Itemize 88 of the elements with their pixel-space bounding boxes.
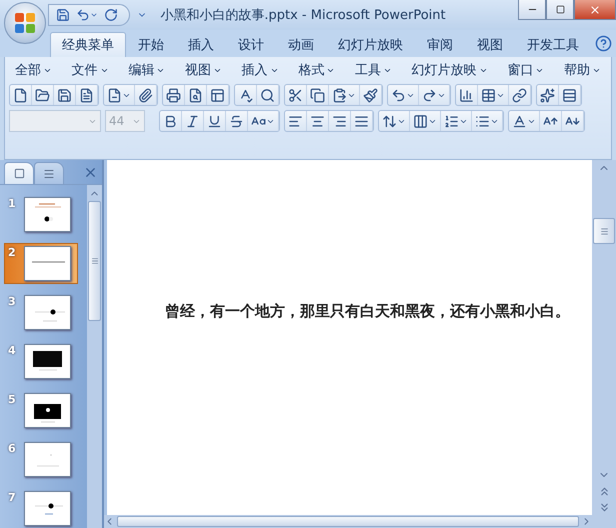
- slide-number: 7: [8, 491, 17, 504]
- bullet-list-icon: [475, 114, 490, 128]
- underline-icon: [207, 114, 222, 128]
- menu-item[interactable]: 幻灯片放映: [412, 61, 488, 79]
- grip-icon: [90, 257, 98, 265]
- slide-thumbnail[interactable]: [24, 344, 71, 379]
- frame-icon: [210, 88, 225, 102]
- slide-number: 2: [8, 246, 17, 259]
- magnifier-document-icon: [188, 88, 203, 102]
- repeat-button[interactable]: [103, 6, 119, 24]
- ribbon-tab[interactable]: 设计: [226, 32, 276, 57]
- help-icon[interactable]: [595, 35, 612, 52]
- ribbon-tab[interactable]: 幻灯片放映: [326, 32, 415, 57]
- clipboard-icon: [332, 88, 347, 102]
- slide-thumbnail[interactable]: [24, 295, 71, 330]
- align-right-icon: [332, 114, 347, 128]
- window-title: 小黑和小白的故事.pptx - Microsoft PowerPoint: [159, 7, 447, 24]
- justify-icon: [354, 114, 369, 128]
- ribbon-tab[interactable]: 开发工具: [515, 32, 591, 57]
- slide-thumbnail[interactable]: [24, 393, 71, 428]
- bar-chart-icon: [459, 88, 474, 102]
- ribbon-tab[interactable]: 审阅: [415, 32, 465, 57]
- document-icon: [79, 88, 94, 102]
- document-minus-icon: [107, 88, 122, 102]
- slide-number: 4: [8, 344, 17, 357]
- slide-number: 6: [8, 442, 17, 455]
- menu-item[interactable]: 帮助: [564, 61, 601, 79]
- ribbon-tab[interactable]: 插入: [176, 32, 226, 57]
- slide-thumbnail[interactable]: [24, 442, 71, 477]
- columns-icon: [413, 114, 428, 128]
- menu-item[interactable]: 窗口: [507, 61, 544, 79]
- caret-icon: [90, 11, 98, 19]
- search-icon: [260, 88, 275, 102]
- menu-item[interactable]: 插入: [242, 61, 279, 79]
- slide-number: 3: [8, 295, 17, 308]
- document-icon: [13, 88, 28, 102]
- menu-item[interactable]: 工具: [354, 61, 392, 79]
- sparkle-icon: [540, 88, 555, 102]
- paintbrush-icon: [363, 88, 378, 102]
- redo-icon: [422, 88, 437, 102]
- slide-number: 5: [8, 393, 17, 406]
- outline-icon: [43, 168, 55, 180]
- restore-button[interactable]: [546, 0, 574, 20]
- slide-text: 曾经，有一个地方，那里只有白天和黑夜，还有小黑和小白。: [165, 302, 570, 321]
- slide-thumbnail[interactable]: [24, 197, 71, 232]
- printer-icon: [166, 88, 181, 102]
- save-button[interactable]: [55, 6, 71, 24]
- slide-thumbnail[interactable]: [24, 491, 71, 526]
- restore-icon: [556, 5, 564, 14]
- ribbon-tab[interactable]: 动画: [276, 32, 326, 57]
- numbered-list-icon: [444, 114, 459, 128]
- menu-item[interactable]: 编辑: [128, 61, 166, 79]
- save-icon: [56, 8, 70, 22]
- folder-icon: [35, 88, 50, 102]
- slides-tab[interactable]: [4, 162, 34, 184]
- table-icon: [481, 88, 496, 102]
- bold-icon: [163, 114, 178, 128]
- paperclip-icon: [138, 88, 153, 102]
- ribbon-tab[interactable]: 视图: [465, 32, 515, 57]
- outline-tab[interactable]: [34, 162, 64, 184]
- scissors-icon: [288, 88, 303, 102]
- repeat-icon: [104, 8, 118, 22]
- slide-number: 1: [8, 197, 17, 210]
- spell-check-icon: [238, 88, 253, 102]
- line-spacing-icon: [382, 114, 397, 128]
- menu-item[interactable]: 全部: [15, 61, 52, 79]
- align-center-icon: [310, 114, 325, 128]
- slide-thumbnail[interactable]: [24, 246, 71, 281]
- save-icon: [57, 88, 72, 102]
- menu-item[interactable]: 格式: [298, 61, 336, 79]
- align-left-icon: [288, 114, 303, 128]
- rows-icon: [562, 88, 577, 102]
- grip-icon: [600, 226, 608, 236]
- undo-icon: [76, 8, 90, 22]
- font-color-icon: [512, 114, 527, 128]
- copy-icon: [310, 88, 325, 102]
- close-icon: [589, 4, 601, 16]
- slide-icon: [14, 168, 24, 179]
- ribbon-tab[interactable]: 开始: [126, 32, 176, 57]
- strikethrough-icon: [229, 114, 244, 128]
- close-button[interactable]: [574, 0, 616, 20]
- ribbon-tab[interactable]: 经典菜单: [50, 32, 126, 57]
- menu-item[interactable]: 文件: [72, 61, 109, 79]
- link-icon: [512, 88, 527, 102]
- undo-icon: [391, 88, 406, 102]
- menu-item[interactable]: 视图: [184, 61, 222, 79]
- office-logo-icon: [13, 11, 37, 35]
- italic-icon: [185, 114, 200, 128]
